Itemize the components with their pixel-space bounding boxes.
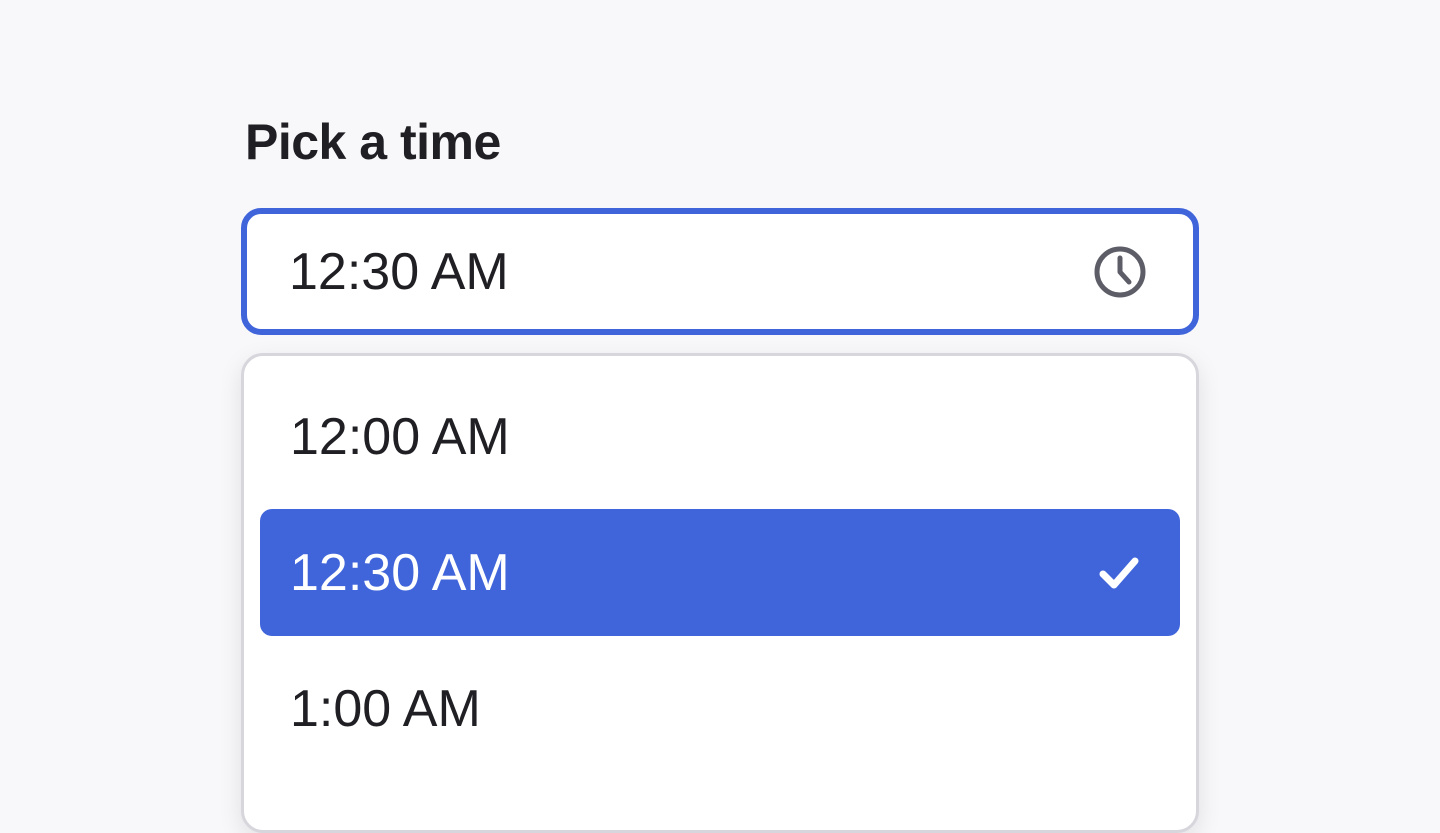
time-option-selected[interactable]: 12:30 AM xyxy=(260,509,1180,636)
check-icon xyxy=(1098,552,1140,594)
time-option-label: 1:00 AM xyxy=(290,679,481,738)
time-input[interactable]: 12:30 AM xyxy=(241,208,1199,335)
time-option[interactable]: 12:00 AM xyxy=(260,373,1180,500)
time-option-label: 12:30 AM xyxy=(290,543,510,602)
time-option[interactable]: 1:00 AM xyxy=(260,645,1180,772)
time-input-value: 12:30 AM xyxy=(289,242,509,301)
time-field-label: Pick a time xyxy=(245,114,501,170)
time-options-dropdown: 12:00 AM 12:30 AM 1:00 AM xyxy=(241,353,1199,833)
time-option-label: 12:00 AM xyxy=(290,407,510,466)
clock-icon[interactable] xyxy=(1091,243,1149,301)
